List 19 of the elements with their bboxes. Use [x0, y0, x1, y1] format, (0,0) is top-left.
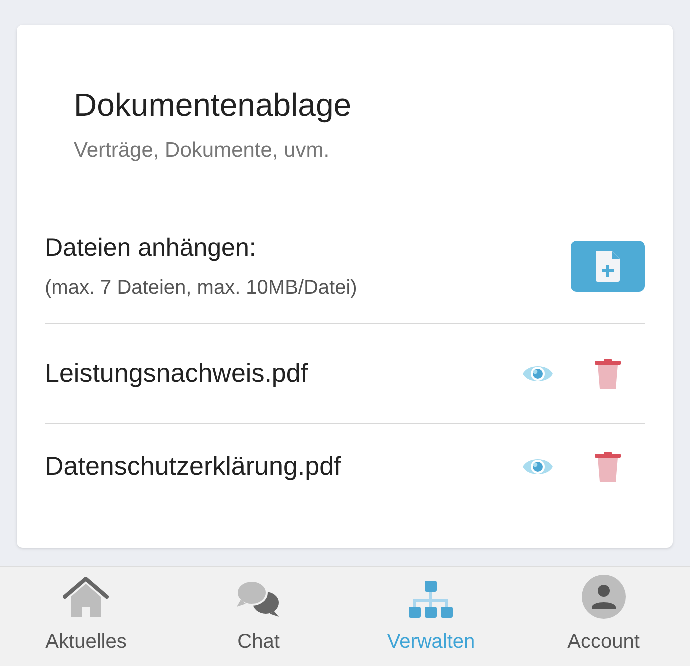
attach-label: Dateien anhängen:: [45, 232, 256, 264]
delete-button[interactable]: [595, 452, 621, 482]
add-file-button[interactable]: [571, 240, 645, 292]
chat-icon: [236, 579, 282, 619]
attach-hint: (max. 7 Dateien, max. 10MB/Datei): [45, 276, 358, 301]
trash-icon: [595, 358, 621, 388]
file-plus-icon: [596, 250, 620, 282]
nav-tab[interactable]: Chat: [172, 567, 345, 666]
hierarchy-icon: [409, 581, 454, 619]
file-name: Datenschutzerklärung.pdf: [45, 450, 342, 483]
nav-tab[interactable]: Aktuelles: [0, 567, 172, 666]
card-title: Dokumentenablage: [74, 86, 352, 125]
file-name: Leistungsnachweis.pdf: [45, 357, 310, 390]
nav-tab[interactable]: Account: [518, 567, 690, 666]
card-subtitle: Verträge, Dokumente, uvm.: [74, 138, 330, 164]
account-icon: [582, 575, 626, 619]
delete-button[interactable]: [595, 358, 621, 388]
trash-icon: [595, 452, 621, 482]
home-icon: [63, 577, 110, 619]
